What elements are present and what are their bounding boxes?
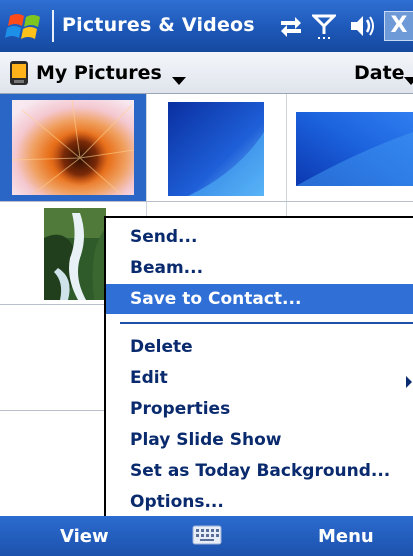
volume-icon[interactable] bbox=[348, 12, 376, 40]
thumbnail-blue-2[interactable] bbox=[296, 112, 413, 186]
connectivity-icon[interactable] bbox=[278, 12, 304, 40]
grid-divider bbox=[0, 201, 413, 202]
thumbnail-blue-1[interactable] bbox=[168, 102, 264, 196]
submenu-arrow-icon bbox=[406, 373, 412, 392]
keyboard-icon[interactable] bbox=[192, 524, 222, 546]
chevron-down-icon[interactable] bbox=[172, 70, 186, 89]
chevron-down-icon[interactable] bbox=[404, 70, 413, 89]
thumbnail-waterfall[interactable] bbox=[44, 208, 106, 300]
menu-item-options[interactable]: Options... bbox=[106, 487, 413, 517]
menu-item-delete[interactable]: Delete bbox=[106, 332, 413, 362]
app-title: Pictures & Videos bbox=[62, 14, 255, 36]
device-folder-icon bbox=[8, 60, 30, 90]
windows-flag-icon[interactable] bbox=[4, 8, 48, 46]
flower-image bbox=[12, 100, 134, 195]
menu-item-edit[interactable]: Edit bbox=[106, 363, 413, 393]
menu-softkey[interactable]: Menu bbox=[318, 526, 374, 547]
folder-bar: My Pictures Date bbox=[0, 52, 413, 94]
folder-dropdown[interactable]: My Pictures bbox=[36, 62, 162, 84]
context-menu: Send... Beam... Save to Contact... Delet… bbox=[104, 216, 413, 516]
menu-item-play-slide-show[interactable]: Play Slide Show bbox=[106, 425, 413, 455]
menu-separator bbox=[120, 322, 413, 324]
menu-item-beam[interactable]: Beam... bbox=[106, 253, 413, 283]
softkey-bar: View Menu bbox=[0, 516, 413, 556]
close-button[interactable]: X bbox=[384, 11, 413, 41]
title-bar: Pictures & Videos X bbox=[0, 0, 413, 52]
view-softkey[interactable]: View bbox=[60, 526, 109, 547]
sort-dropdown[interactable]: Date bbox=[354, 62, 405, 84]
menu-item-properties[interactable]: Properties bbox=[106, 394, 413, 424]
signal-icon[interactable] bbox=[310, 12, 338, 40]
title-separator bbox=[52, 10, 54, 42]
menu-item-set-today-background[interactable]: Set as Today Background... bbox=[106, 456, 413, 486]
menu-item-save-to-contact[interactable]: Save to Contact... bbox=[106, 284, 413, 314]
thumbnail-flower[interactable] bbox=[0, 94, 146, 201]
menu-item-edit-row[interactable]: Edit bbox=[106, 363, 413, 393]
menu-item-send[interactable]: Send... bbox=[106, 222, 413, 252]
